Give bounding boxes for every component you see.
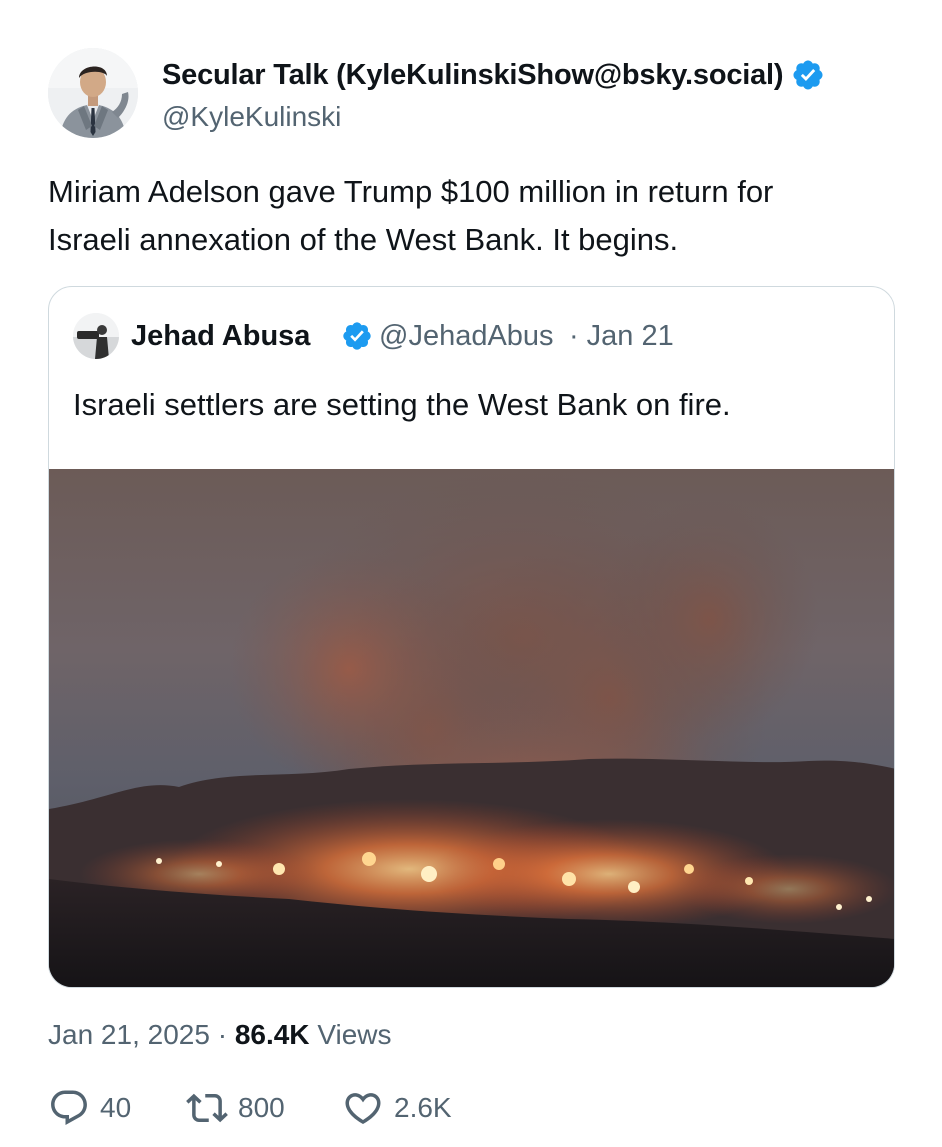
- verified-badge-icon: [341, 320, 373, 352]
- author-avatar[interactable]: [48, 48, 138, 138]
- retweet-icon: [186, 1087, 228, 1129]
- reply-icon: [48, 1087, 90, 1129]
- reply-count: 40: [100, 1092, 132, 1123]
- separator-dot: ·: [217, 1019, 228, 1050]
- tweet-actions: 40 800 2.6K: [48, 1086, 502, 1130]
- quoted-author-avatar[interactable]: [73, 313, 119, 359]
- heart-icon: [342, 1087, 384, 1129]
- views-count: 86.4K: [234, 1019, 310, 1050]
- quoted-tweet-text: Israeli settlers are setting the West Ba…: [73, 387, 731, 422]
- author-name-row: Secular Talk (KyleKulinskiShow@bsky.soci…: [162, 56, 825, 94]
- tweet-text-line: Israeli annexation of the West Bank. It …: [48, 222, 679, 257]
- retweet-button[interactable]: 800: [186, 1087, 342, 1129]
- quoted-tweet-header: Jehad Abusa @JehadAbus · Jan 21: [73, 311, 674, 361]
- tweet-text-line: Miriam Adelson gave Trump $100 million i…: [48, 174, 774, 209]
- tweet-meta: Jan 21, 2025 · 86.4K Views: [48, 1019, 392, 1051]
- retweet-count: 800: [238, 1092, 285, 1123]
- quoted-tweet-date[interactable]: Jan 21: [587, 320, 674, 353]
- quoted-author-name[interactable]: Jehad Abusa: [131, 320, 329, 353]
- author-display-name[interactable]: Secular Talk (KyleKulinskiShow@bsky.soci…: [162, 59, 784, 92]
- quoted-tweet-photo[interactable]: [49, 469, 894, 987]
- author-handle[interactable]: @KyleKulinski: [162, 101, 341, 133]
- like-count: 2.6K: [394, 1092, 452, 1123]
- views-label: Views: [317, 1019, 392, 1050]
- tweet-text: Miriam Adelson gave Trump $100 million i…: [48, 168, 894, 264]
- quoted-author-handle[interactable]: @JehadAbus: [379, 320, 567, 353]
- verified-badge-icon: [791, 58, 825, 92]
- tweet: Secular Talk (KyleKulinskiShow@bsky.soci…: [0, 0, 942, 1147]
- like-button[interactable]: 2.6K: [342, 1087, 502, 1129]
- separator-dot: ·: [569, 319, 579, 352]
- reply-button[interactable]: 40: [48, 1087, 186, 1129]
- tweet-date[interactable]: Jan 21, 2025: [48, 1019, 210, 1050]
- quoted-tweet-card[interactable]: Jehad Abusa @JehadAbus · Jan 21 Israeli …: [48, 286, 895, 988]
